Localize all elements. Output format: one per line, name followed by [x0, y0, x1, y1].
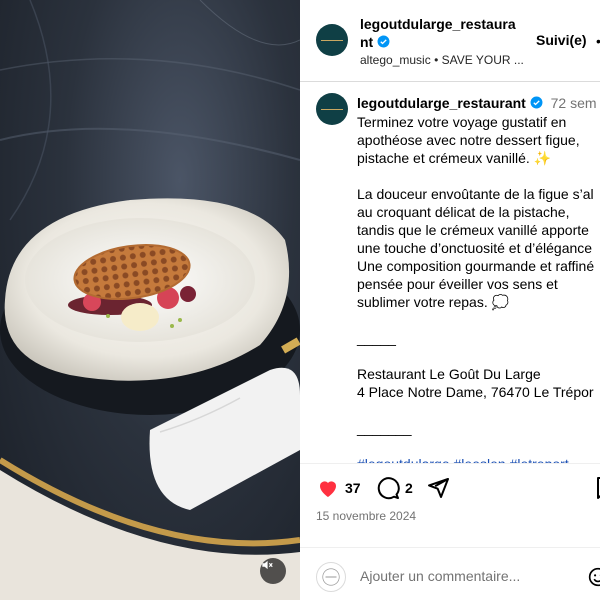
verified-badge-icon: [530, 96, 543, 109]
emoji-icon[interactable]: [588, 567, 600, 587]
caption-divider: _____: [357, 330, 396, 346]
mute-button[interactable]: [260, 558, 286, 584]
audio-separator: •: [434, 53, 439, 67]
caption-line: La douceur envoûtante de la figue s’al: [357, 186, 594, 202]
viewer-logo-icon: [322, 568, 340, 586]
caption-avatar[interactable]: [316, 93, 348, 125]
header-username[interactable]: legoutdularge_restaurant: [360, 15, 522, 51]
caption-line: Restaurant Le Goût Du Large: [357, 366, 541, 382]
account-avatar[interactable]: [316, 24, 348, 56]
caption-divider: _______: [357, 420, 412, 436]
comment-icon[interactable]: [376, 476, 400, 500]
verified-badge-icon: [377, 35, 390, 48]
more-options-icon[interactable]: •: [596, 33, 600, 49]
add-comment-row: [300, 547, 600, 600]
like-count[interactable]: 37: [345, 480, 361, 496]
caption-line: pensée pour éveiller vos sens et: [357, 276, 558, 292]
audio-user[interactable]: altego_music: [360, 53, 431, 67]
comment-action[interactable]: 2: [376, 476, 413, 500]
dessert-photo-illustration: [0, 0, 300, 600]
heart-icon[interactable]: [316, 476, 340, 500]
post-actions: 37 2 15 novembre 2024: [300, 463, 600, 600]
post-details-panel: legoutdularge_restaurant Suivi(e) • alte…: [300, 0, 600, 600]
caption-hashtags[interactable]: #legoutdularge #leeslen #letreport: [357, 455, 600, 463]
caption-line: sublimer votre repas. 💭: [357, 294, 510, 310]
caption-line: Une composition gourmande et raffiné: [357, 258, 595, 274]
post-photo[interactable]: [0, 0, 300, 600]
audio-info[interactable]: altego_music • SAVE YOUR ...: [360, 53, 524, 67]
mute-icon: [262, 560, 273, 570]
audio-title[interactable]: SAVE YOUR ...: [442, 53, 524, 67]
comment-input[interactable]: [360, 568, 580, 584]
post-date[interactable]: 15 novembre 2024: [316, 509, 416, 523]
share-icon[interactable]: [426, 476, 450, 500]
share-action[interactable]: [426, 476, 450, 500]
caption-header: legoutdularge_restaurant 72 sem: [357, 95, 597, 111]
caption-timestamp[interactable]: 72 sem: [551, 95, 597, 111]
caption-section: legoutdularge_restaurant 72 sem Terminez…: [300, 83, 600, 463]
caption-text: Terminez votre voyage gustatif en apothé…: [357, 113, 600, 463]
caption-username[interactable]: legoutdularge_restaurant: [357, 95, 526, 111]
viewer-avatar: [316, 562, 346, 592]
bookmark-icon[interactable]: [593, 476, 600, 500]
caption-line: apothéose avec notre dessert figue,: [357, 132, 580, 148]
post-header: legoutdularge_restaurant Suivi(e) • alte…: [300, 0, 600, 82]
like-action[interactable]: 37: [316, 476, 361, 500]
caption-line: pistache et crémeux vanillé. ✨: [357, 150, 552, 166]
following-button[interactable]: Suivi(e): [536, 32, 587, 48]
caption-line: une touche d’onctuosité et d’élégance: [357, 240, 593, 256]
comment-count[interactable]: 2: [405, 480, 413, 496]
caption-line: 4 Place Notre Dame, 76470 Le Trépor: [357, 384, 594, 400]
caption-line: au croquant délicat de la pistache,: [357, 204, 570, 220]
caption-line: Terminez votre voyage gustatif en: [357, 114, 567, 130]
caption-line: tandis que le crémeux vanillé apporte: [357, 222, 589, 238]
save-action[interactable]: [593, 476, 600, 500]
